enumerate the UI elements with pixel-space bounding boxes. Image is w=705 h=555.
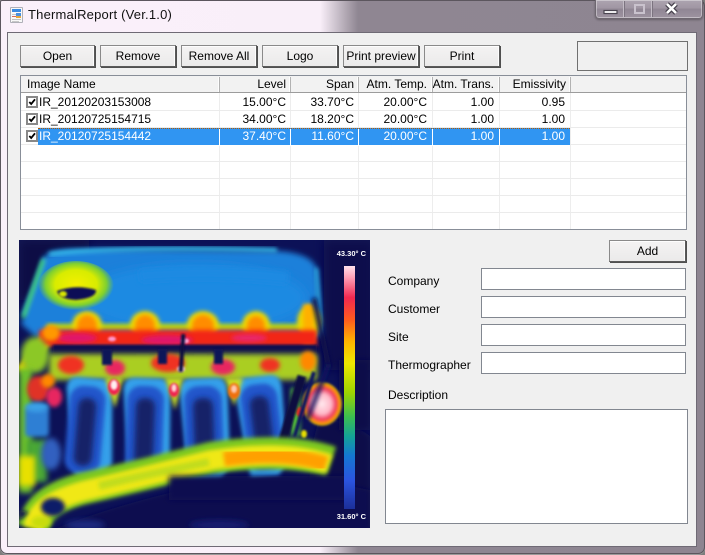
- svg-text:43.30° C: 43.30° C: [337, 249, 367, 258]
- svg-text:31.60° C: 31.60° C: [337, 512, 367, 521]
